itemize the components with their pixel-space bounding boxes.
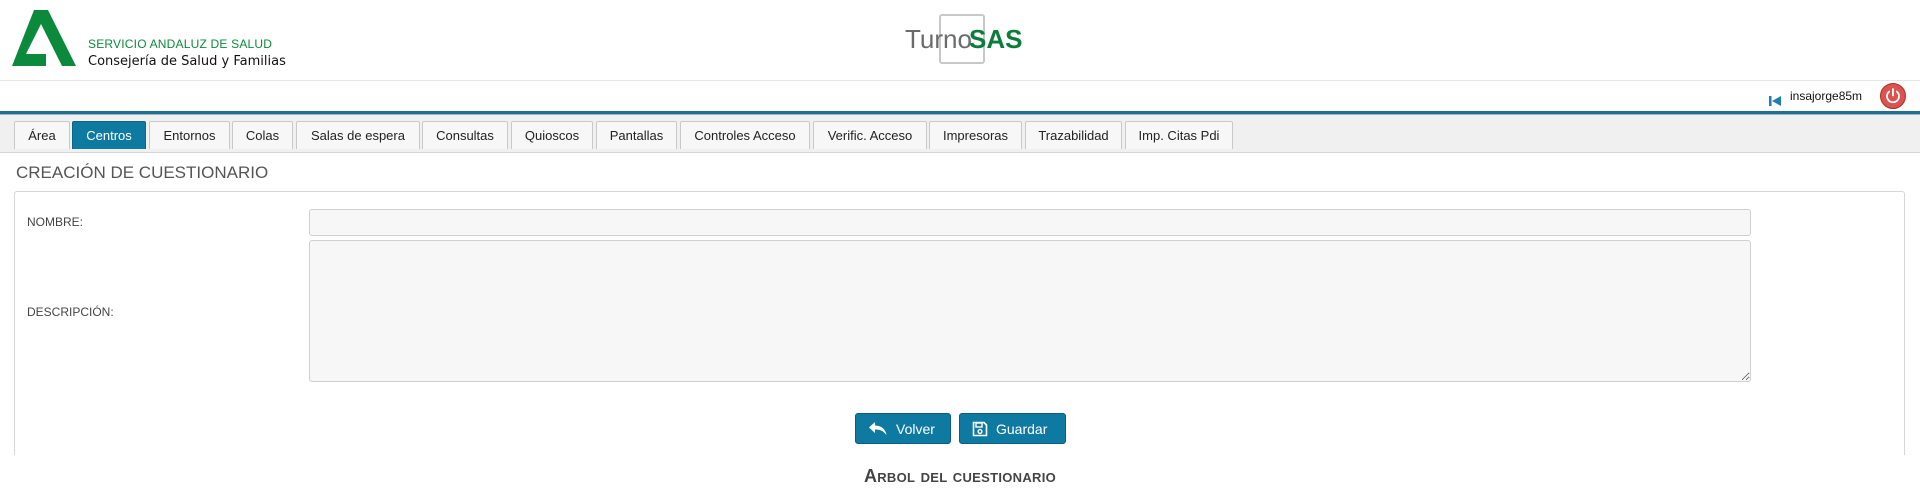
description-label: DESCRIPCIÓN:: [27, 305, 114, 319]
tab-quioscos[interactable]: Quioscos: [511, 121, 593, 149]
tab-pantallas[interactable]: Pantallas: [596, 121, 677, 149]
junta-andalucia-logo-icon: [12, 10, 76, 66]
tab-consultas[interactable]: Consultas: [422, 121, 508, 149]
tab-entornos[interactable]: Entornos: [149, 121, 230, 149]
tab-salas-de-espera[interactable]: Salas de espera: [296, 121, 420, 149]
guardar-button-label: Guardar: [996, 420, 1048, 437]
tab-centros[interactable]: Centros: [72, 121, 146, 149]
tab-impresoras[interactable]: Impresoras: [929, 121, 1022, 149]
app-header: SERVICIO ANDALUZ DE SALUD Consejería de …: [0, 0, 1920, 81]
user-bar: [0, 81, 1920, 111]
turnosas-logo: Turno SAS: [905, 14, 1025, 66]
tab-colas[interactable]: Colas: [232, 121, 293, 149]
description-textarea[interactable]: [309, 240, 1751, 382]
volver-button-label: Volver: [896, 420, 935, 437]
reply-arrow-icon: [869, 421, 887, 435]
brand-sas-text: SAS: [969, 24, 1023, 54]
floppy-disk-icon: [972, 421, 988, 436]
tab-controles-acceso[interactable]: Controles Acceso: [680, 121, 810, 149]
logout-button[interactable]: [1880, 83, 1906, 109]
org-name: SERVICIO ANDALUZ DE SALUD: [88, 37, 273, 51]
tree-heading: Arbol del cuestionario: [863, 466, 1057, 486]
brand-turno-text: Turno: [905, 24, 972, 54]
username: insajorge85m: [1790, 89, 1863, 103]
power-icon: [1886, 88, 1900, 104]
volver-button[interactable]: Volver: [855, 413, 951, 444]
name-input[interactable]: [309, 209, 1751, 236]
page-title: CREACIÓN DE CUESTIONARIO: [16, 163, 269, 182]
skip-back-icon[interactable]: [1768, 94, 1782, 108]
tab-imp-citas-pdi[interactable]: Imp. Citas Pdi: [1125, 121, 1233, 149]
tab-area[interactable]: Área: [14, 121, 70, 149]
tab-verific-acceso[interactable]: Verific. Acceso: [813, 121, 927, 149]
org-department: Consejería de Salud y Familias: [88, 54, 286, 69]
guardar-button[interactable]: Guardar: [959, 413, 1066, 444]
name-label: NOMBRE:: [27, 215, 84, 229]
tab-trazabilidad[interactable]: Trazabilidad: [1025, 121, 1122, 149]
